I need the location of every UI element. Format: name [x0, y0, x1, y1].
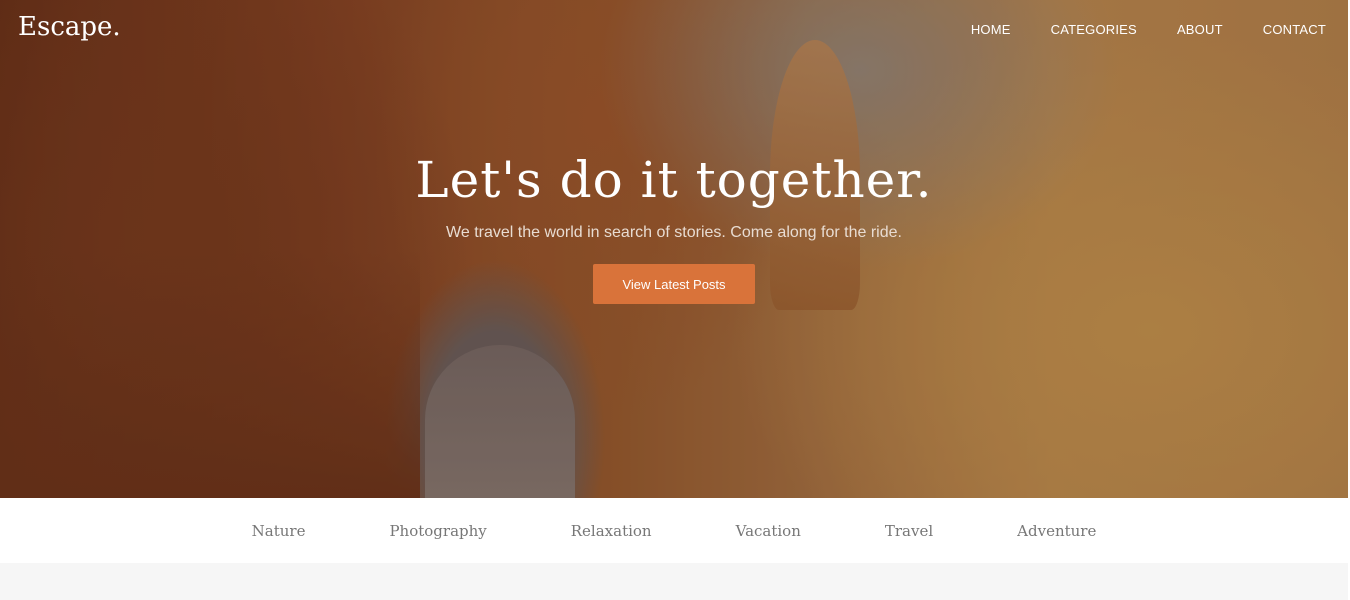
rock-arch-shape [425, 345, 575, 498]
main-nav: HOME CATEGORIES ABOUT CONTACT [931, 22, 1326, 37]
brand-logo[interactable]: Escape. [18, 12, 121, 42]
nav-home[interactable]: HOME [971, 22, 1011, 37]
category-link-adventure[interactable]: Adventure [1017, 522, 1096, 540]
nav-contact[interactable]: CONTACT [1263, 22, 1326, 37]
category-bar: Nature Photography Relaxation Vacation T… [0, 498, 1348, 563]
view-latest-posts-button[interactable]: View Latest Posts [593, 264, 755, 304]
hero-title: Let's do it together. [415, 151, 933, 209]
category-link-nature[interactable]: Nature [252, 522, 306, 540]
hero-section: Escape. HOME CATEGORIES ABOUT CONTACT Le… [0, 0, 1348, 498]
nav-about[interactable]: ABOUT [1177, 22, 1223, 37]
hero-subtitle: We travel the world in search of stories… [446, 224, 902, 241]
category-link-relaxation[interactable]: Relaxation [571, 522, 652, 540]
hero-content: Let's do it together. We travel the worl… [0, 150, 1348, 304]
category-link-vacation[interactable]: Vacation [736, 522, 801, 540]
category-link-photography[interactable]: Photography [389, 522, 486, 540]
category-link-travel[interactable]: Travel [885, 522, 933, 540]
nav-categories[interactable]: CATEGORIES [1051, 22, 1137, 37]
